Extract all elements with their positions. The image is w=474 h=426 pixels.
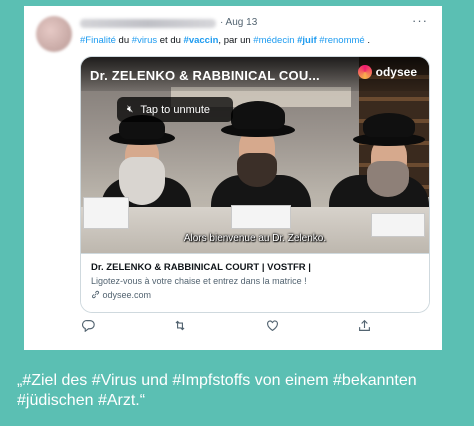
- link-title[interactable]: Dr. ZELENKO & RABBINICAL COURT | VOSTFR …: [91, 262, 311, 273]
- reply-button[interactable]: [80, 319, 96, 335]
- link-description: Ligotez-vous à votre chaise et entrez da…: [91, 276, 307, 286]
- tweet-text-segment: .: [364, 35, 370, 46]
- link-info[interactable]: Dr. ZELENKO & RABBINICAL COURT | VOSTFR …: [81, 253, 429, 312]
- video-title[interactable]: Dr. ZELENKO & RABBINICAL COU...: [90, 68, 320, 83]
- retweet-icon: [175, 320, 185, 331]
- like-button[interactable]: [264, 319, 280, 335]
- tweet-card: · Aug 13 ··· #Finalité du #virus et du #…: [24, 6, 442, 350]
- hashtag-link[interactable]: #renommé: [319, 35, 364, 46]
- hashtag-link[interactable]: #virus: [132, 35, 157, 46]
- link-icon: [91, 290, 100, 299]
- hashtag-link[interactable]: #vaccin: [184, 35, 219, 46]
- heart-icon: [266, 320, 278, 332]
- tweet-actions: [80, 319, 428, 335]
- share-button[interactable]: [356, 319, 372, 335]
- odysee-logo-icon: [357, 65, 372, 79]
- video-player[interactable]: Dr. ZELENKO & RABBINICAL COU... odysee 🔇…: [81, 57, 429, 253]
- nameplate-left: [83, 197, 129, 229]
- nameplate-center: [231, 205, 291, 229]
- share-icon: [358, 319, 370, 331]
- hashtag-link[interactable]: #médecin: [253, 35, 294, 46]
- more-options-button[interactable]: ···: [412, 13, 428, 28]
- tweet-text: #Finalité du #virus et du #vaccin, par u…: [80, 35, 430, 46]
- unmute-label: Tap to unmute: [140, 103, 211, 116]
- hashtag-link[interactable]: #Finalité: [80, 35, 116, 46]
- link-card[interactable]: Dr. ZELENKO & RABBINICAL COU... odysee 🔇…: [80, 56, 430, 313]
- tweet-text-segment: du: [115, 35, 132, 46]
- hashtag-link[interactable]: #juif: [297, 35, 317, 46]
- blurred-username[interactable]: [80, 19, 216, 28]
- unmute-button[interactable]: 🔇︎ Tap to unmute: [117, 97, 233, 122]
- link-domain[interactable]: odysee.com: [91, 290, 151, 300]
- tweet-date[interactable]: · Aug 13: [220, 17, 257, 28]
- caption-text: „#Ziel des #Virus und #Impfstoffs von ei…: [17, 372, 417, 409]
- video-subtitle: Alors bienvenue au Dr. Zelenko.: [183, 233, 327, 244]
- reply-icon: [81, 320, 95, 333]
- tweet-text-segment: et du: [157, 35, 184, 46]
- odysee-logo[interactable]: odysee: [357, 65, 417, 79]
- link-domain-text: odysee.com: [102, 290, 152, 300]
- speaker-muted-icon: 🔇︎: [127, 104, 134, 115]
- retweet-button[interactable]: [172, 319, 188, 335]
- tweet-text-segment: , par un: [218, 35, 254, 46]
- odysee-brand-text: odysee: [375, 65, 417, 79]
- avatar[interactable]: [36, 16, 72, 52]
